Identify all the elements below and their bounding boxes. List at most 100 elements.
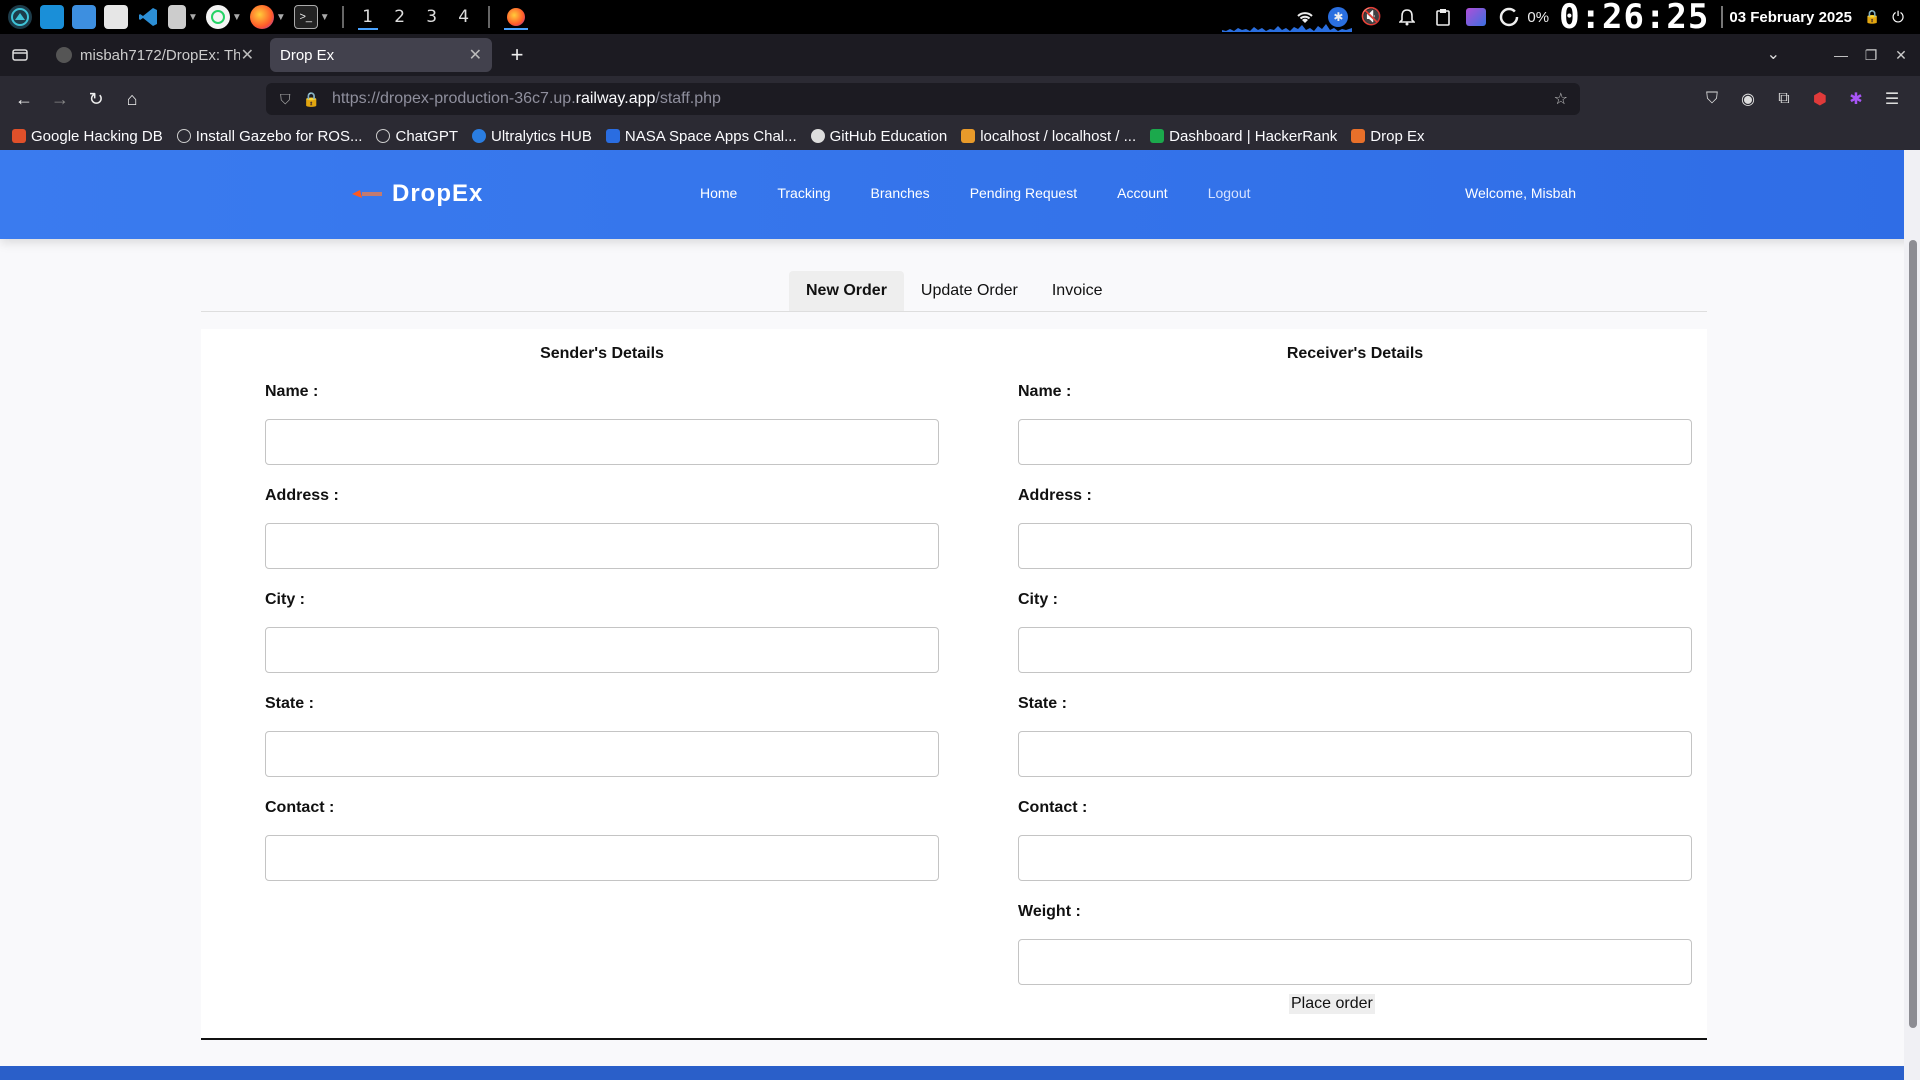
tab-new-order[interactable]: New Order [789, 271, 904, 311]
weight-input[interactable] [1018, 939, 1692, 985]
sender-city-input[interactable] [265, 627, 939, 673]
extension-purple-icon[interactable]: ✱ [1838, 89, 1874, 109]
whatsapp-icon[interactable] [205, 5, 230, 29]
power-icon[interactable]: ⏻ [1892, 9, 1904, 26]
shield-icon[interactable]: ⛉ [280, 91, 291, 108]
sender-title: Sender's Details [540, 345, 664, 362]
receiver-address-input[interactable] [1018, 523, 1692, 569]
wifi-icon[interactable] [1292, 4, 1318, 30]
bookmark-star-icon[interactable]: ☆ [1554, 89, 1568, 109]
forward-arrow-icon[interactable]: → [42, 81, 78, 117]
nav-account[interactable]: Account [1117, 185, 1168, 201]
vscode-icon[interactable] [136, 5, 160, 29]
text-editor-icon[interactable] [104, 5, 128, 29]
ultralytics-icon [472, 129, 487, 143]
close-window-icon[interactable]: ✕ [1886, 47, 1916, 64]
scrollbar-thumb[interactable] [1909, 240, 1917, 1028]
sender-contact-input[interactable] [265, 835, 939, 881]
nav-logout[interactable]: Logout [1208, 185, 1251, 201]
bookmark-item[interactable]: ChatGPT [376, 128, 458, 145]
receiver-contact-input[interactable] [1018, 835, 1692, 881]
dropex-favicon-icon [1351, 129, 1366, 143]
document-icon[interactable] [168, 5, 186, 29]
sender-address-input[interactable] [265, 523, 939, 569]
battery-icon[interactable] [1496, 4, 1522, 30]
receiver-name-input[interactable] [1018, 419, 1692, 465]
bookmark-item[interactable]: Install Gazebo for ROS... [176, 128, 362, 145]
new-order-form: Sender's Details Name : Address : City :… [201, 329, 1707, 1040]
menu-hamburger-icon[interactable]: ☰ [1874, 89, 1910, 109]
nav-branches[interactable]: Branches [871, 185, 930, 201]
file-manager-icon[interactable] [72, 5, 96, 29]
notification-bell-icon[interactable] [1394, 4, 1420, 30]
padlock-icon[interactable]: 🔒 [303, 91, 320, 108]
page-scrollbar[interactable] [1904, 150, 1920, 1080]
bookmark-item[interactable]: localhost / localhost / ... [961, 128, 1136, 145]
brand[interactable]: DropEx [350, 180, 483, 208]
screenshot-icon[interactable] [1466, 8, 1487, 26]
workspace-2[interactable]: 2 [384, 0, 416, 34]
globe-icon [376, 129, 391, 143]
minimize-icon[interactable]: — [1826, 47, 1856, 63]
workspace-1[interactable]: 1 [352, 0, 384, 34]
web-page: DropEx Home Tracking Branches Pending Re… [0, 150, 1920, 1080]
bookmark-favicon-icon [12, 129, 26, 143]
clipboard-icon[interactable] [1430, 4, 1456, 30]
monitor-icon[interactable] [40, 5, 64, 29]
home-icon[interactable]: ⌂ [114, 81, 150, 117]
brand-name: DropEx [392, 180, 484, 207]
bluetooth-icon[interactable]: ✱ [1328, 7, 1349, 27]
chevron-down-icon[interactable]: ▼ [188, 12, 198, 23]
reload-icon[interactable]: ↻ [78, 81, 114, 117]
volume-muted-icon[interactable]: 🔇 [1358, 4, 1384, 30]
firefox-icon[interactable] [249, 5, 274, 29]
sender-name-input[interactable] [265, 419, 939, 465]
firefox-window-button[interactable] [498, 0, 534, 34]
close-icon[interactable]: ✕ [241, 45, 254, 65]
sender-state-input[interactable] [265, 731, 939, 777]
close-icon[interactable]: ✕ [469, 45, 482, 65]
browser-tab-github[interactable]: misbah7172/DropEx: Thi ✕ [46, 38, 264, 72]
account-icon[interactable]: ◉ [1730, 89, 1766, 109]
window-controls: — ❐ ✕ [1826, 34, 1920, 76]
bookmark-item[interactable]: Dashboard | HackerRank [1150, 128, 1337, 145]
pocket-icon[interactable]: ⛉ [1694, 90, 1730, 108]
bookmark-item[interactable]: NASA Space Apps Chal... [605, 128, 797, 145]
bookmark-item[interactable]: Drop Ex [1351, 128, 1424, 145]
app-menu-icon[interactable] [8, 5, 32, 29]
chevron-down-icon[interactable]: ▼ [320, 12, 330, 23]
battery-percent: 0% [1527, 8, 1550, 26]
back-arrow-icon[interactable]: ← [6, 81, 42, 117]
chevron-down-icon[interactable]: ▼ [232, 12, 242, 23]
lock-icon[interactable]: 🔒 [1864, 9, 1880, 25]
tab-list-icon[interactable] [0, 34, 40, 76]
sender-name-field: Name : [265, 383, 939, 465]
nav-tracking[interactable]: Tracking [777, 185, 830, 201]
taskbar-launchers: ▼ ▼ ▼ >_ ▼ 1 2 3 4 [0, 0, 534, 34]
nav-home[interactable]: Home [700, 185, 737, 201]
browser-tab-dropex[interactable]: Drop Ex ✕ [270, 38, 492, 72]
sender-contact-field: Contact : [265, 799, 939, 881]
tab-invoice[interactable]: Invoice [1035, 271, 1120, 311]
chevron-down-icon[interactable]: ▼ [276, 12, 286, 23]
extensions-icon[interactable]: ⧉ [1766, 90, 1802, 108]
new-tab-button[interactable]: + [500, 38, 534, 72]
field-label: City : [265, 591, 305, 608]
workspace-4[interactable]: 4 [448, 0, 480, 34]
ublock-icon[interactable]: ⬢ [1802, 89, 1838, 109]
restore-icon[interactable]: ❐ [1856, 47, 1886, 64]
url-bar[interactable]: ⛉ 🔒 https://dropex-production-36c7.up.ra… [266, 83, 1580, 115]
chevron-down-icon[interactable]: ⌄ [1767, 44, 1780, 64]
receiver-city-input[interactable] [1018, 627, 1692, 673]
receiver-state-input[interactable] [1018, 731, 1692, 777]
bookmark-item[interactable]: Google Hacking DB [12, 128, 163, 145]
tab-update-order[interactable]: Update Order [904, 271, 1035, 311]
field-label: City : [1018, 591, 1058, 608]
place-order-button[interactable]: Place order [1289, 994, 1375, 1014]
bookmark-item[interactable]: GitHub Education [810, 128, 947, 145]
nav-pending-request[interactable]: Pending Request [970, 185, 1077, 201]
terminal-icon[interactable]: >_ [293, 5, 318, 29]
bookmark-item[interactable]: Ultralytics HUB [472, 128, 592, 145]
url-text[interactable]: https://dropex-production-36c7.up.railwa… [332, 90, 721, 108]
workspace-3[interactable]: 3 [416, 0, 448, 34]
